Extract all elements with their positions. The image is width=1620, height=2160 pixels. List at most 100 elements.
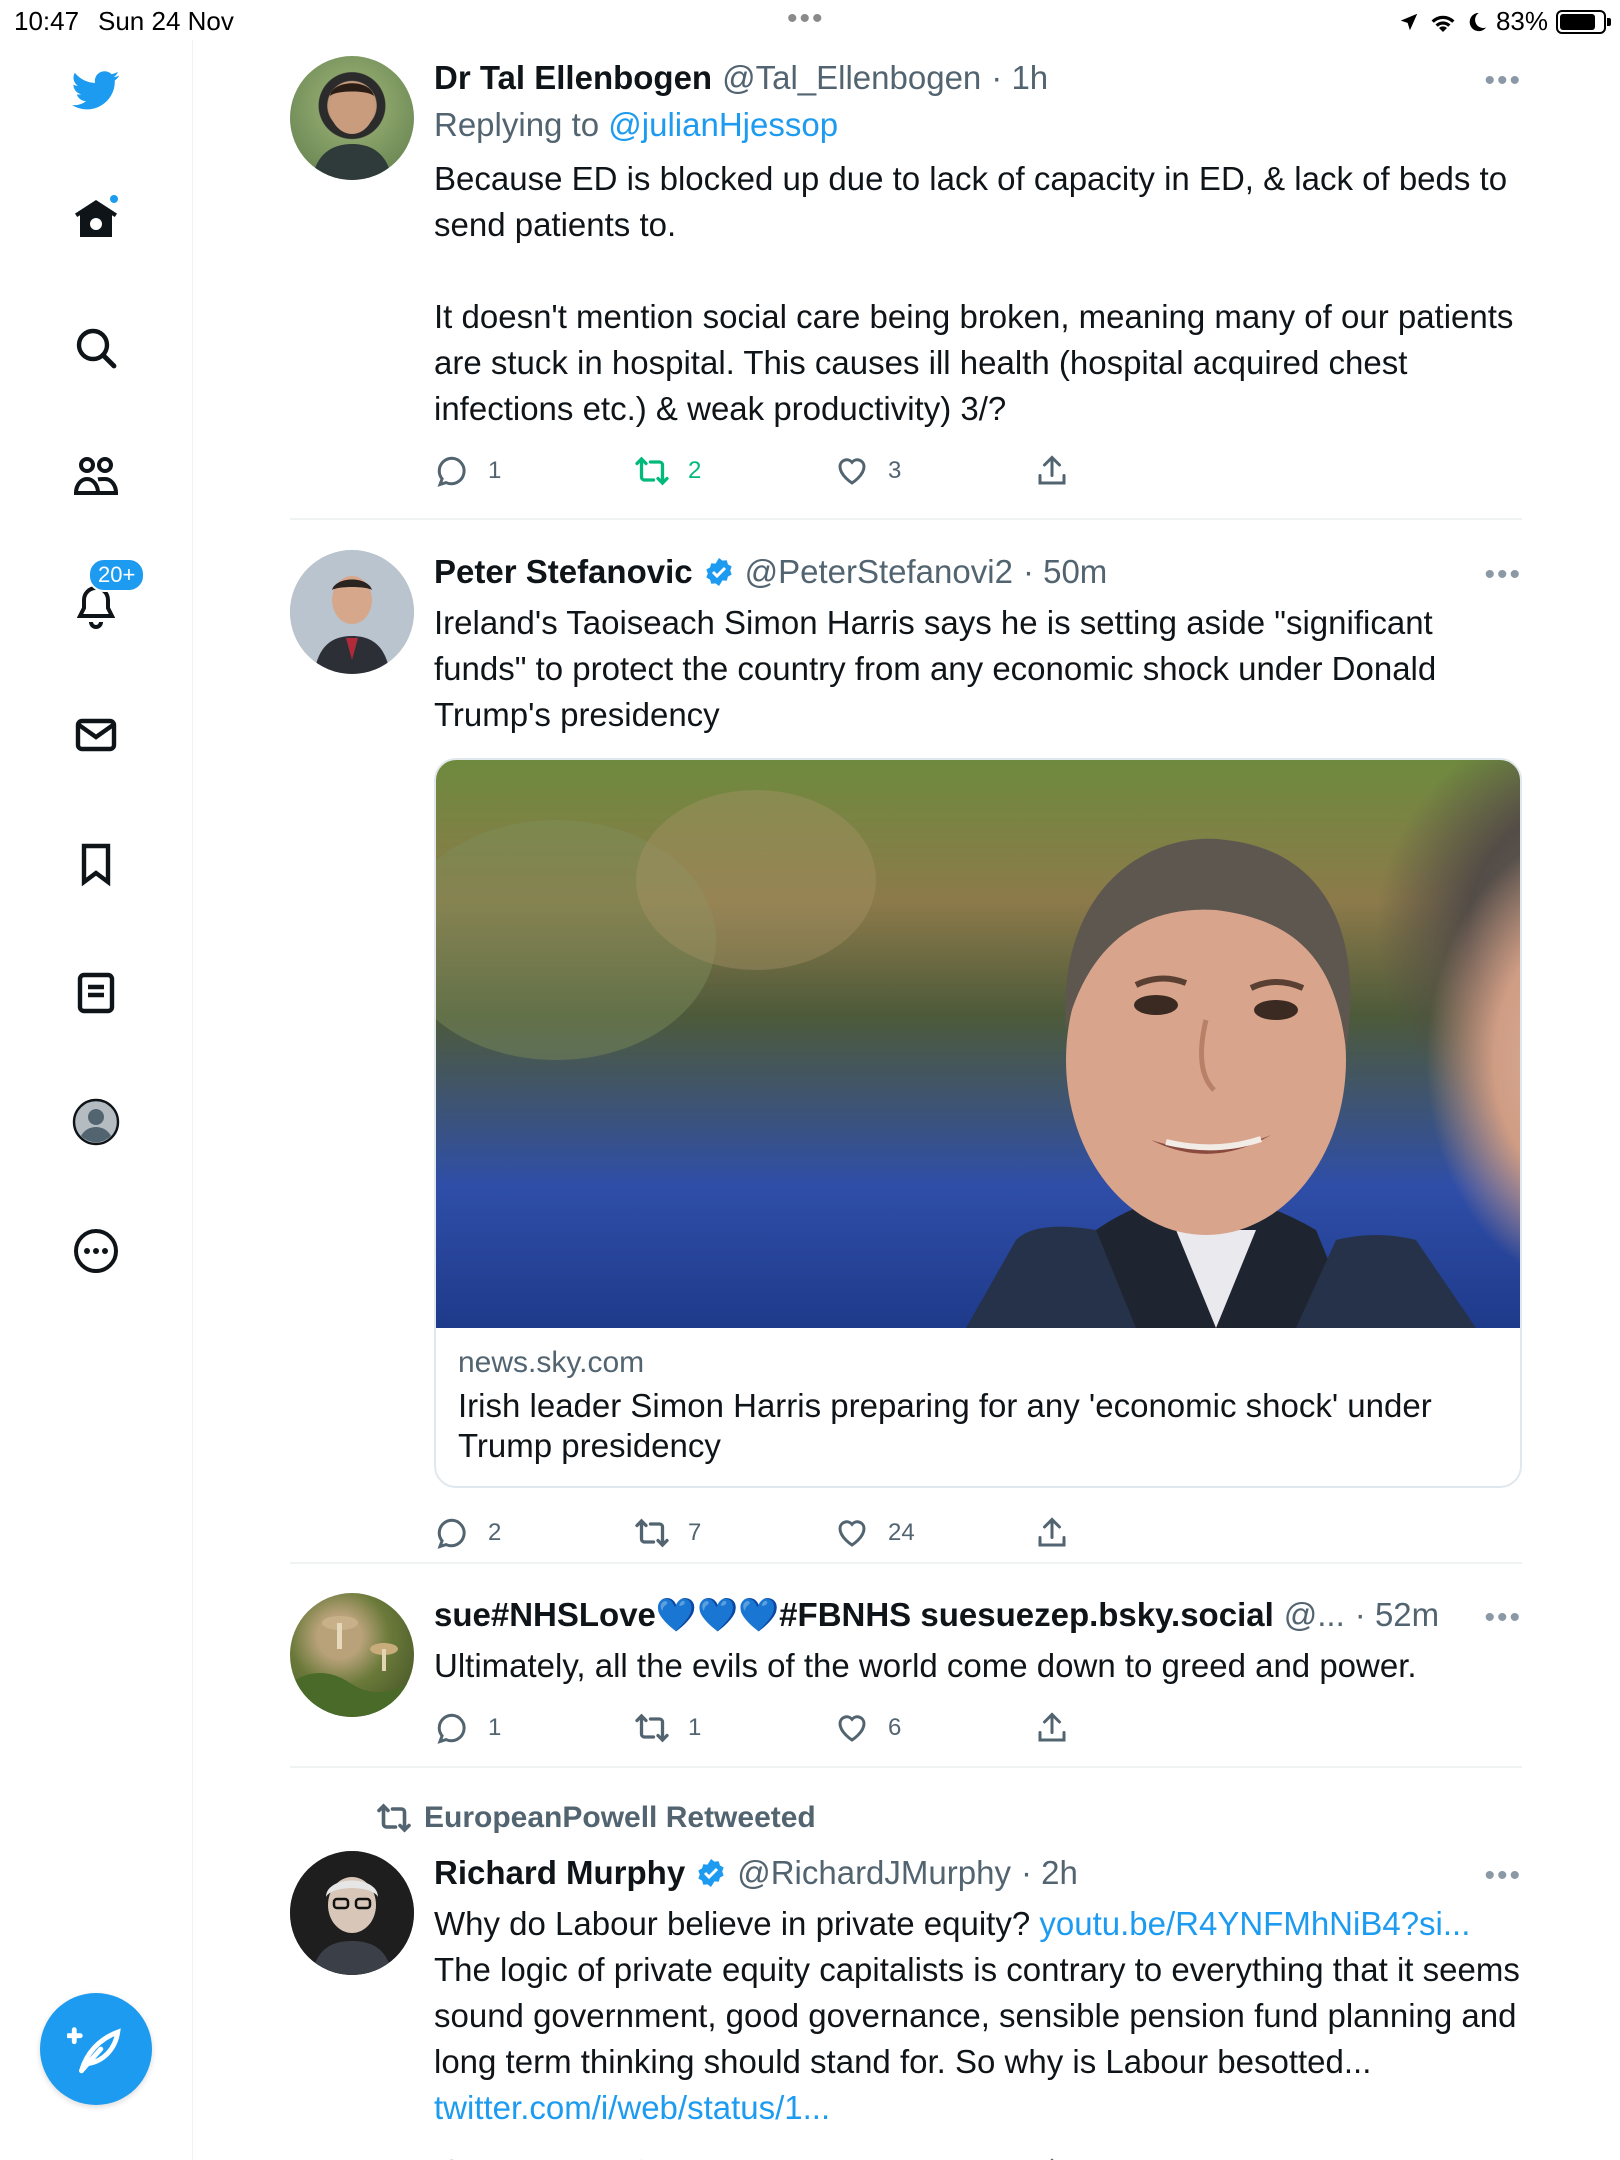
tweet-time[interactable]: · 1h xyxy=(991,59,1048,97)
author-handle[interactable]: @PeterStefanovi2 xyxy=(745,553,1013,591)
share-button[interactable] xyxy=(1034,453,1234,489)
search-icon[interactable] xyxy=(66,318,126,378)
retweet-icon xyxy=(641,2159,642,2160)
communities-icon[interactable] xyxy=(66,447,126,507)
like-button[interactable]: 274 xyxy=(834,2156,1034,2160)
notifications-badge: 20+ xyxy=(88,558,146,592)
link-card-domain: news.sky.com xyxy=(458,1346,645,1379)
share-button[interactable] xyxy=(1034,1710,1234,1746)
moon-icon xyxy=(1469,12,1487,31)
reply-icon xyxy=(437,1518,466,1549)
share-icon xyxy=(1038,1712,1066,1742)
more-options-icon[interactable]: ••• xyxy=(1484,558,1522,592)
twitter-logo-icon[interactable] xyxy=(66,60,126,120)
retweet-count: 7 xyxy=(688,1519,702,1546)
like-button[interactable]: 24 xyxy=(834,1515,1034,1551)
replying-to: Replying to @julianHjessop xyxy=(434,106,1522,144)
link-card-title: Irish leader Simon Harris preparing for … xyxy=(458,1387,1432,1464)
retweet-button[interactable]: 2 xyxy=(634,453,834,489)
more-options-icon[interactable]: ••• xyxy=(1484,1859,1522,1893)
tweet-actions: 1 1 6 xyxy=(434,1703,1522,1753)
tweet-time[interactable]: · 50m xyxy=(1023,553,1107,591)
like-count: 24 xyxy=(888,1519,915,1546)
tweet-text: Ultimately, all the evils of the world c… xyxy=(434,1647,1417,1684)
author-handle[interactable]: @... xyxy=(1284,1596,1345,1634)
heart-icon xyxy=(838,458,866,485)
tweet-actions: 42 177 274 xyxy=(434,2149,1522,2160)
author-handle[interactable]: @RichardJMurphy xyxy=(737,1854,1011,1892)
battery-percent: 83% xyxy=(1495,6,1548,36)
reply-count: 2 xyxy=(488,1519,502,1546)
tweet-text: Ireland's Taoiseach Simon Harris says he… xyxy=(434,604,1445,733)
sidebar: 20+ xyxy=(0,40,193,2160)
tweet[interactable]: Dr Tal Ellenbogen @Tal_Ellenbogen · 1h •… xyxy=(290,56,1522,526)
tweet-text: Why do Labour believe in private equity?… xyxy=(434,1901,1522,2131)
reply-icon xyxy=(437,1713,466,1744)
author-name[interactable]: sue#NHSLove💙💙💙#FBNHS suesuezep.bsky.soci… xyxy=(434,1596,1274,1635)
avatar[interactable] xyxy=(290,1851,414,1975)
author-name[interactable]: Dr Tal Ellenbogen xyxy=(434,59,712,97)
reply-button[interactable]: 1 xyxy=(434,1710,634,1746)
retweet-button[interactable]: 177 xyxy=(634,2156,834,2160)
messages-icon[interactable] xyxy=(66,705,126,765)
link-card-image xyxy=(436,760,1520,1328)
author-name[interactable]: Peter Stefanovic xyxy=(434,553,693,591)
status-right: 83% xyxy=(1398,6,1611,37)
avatar[interactable] xyxy=(290,1593,414,1717)
multitasking-dots[interactable]: ••• xyxy=(787,2,825,36)
verified-badge-icon xyxy=(705,558,732,586)
like-button[interactable]: 3 xyxy=(834,453,1034,489)
replying-to-label: Replying to xyxy=(434,106,600,143)
link-card-meta: news.sky.com Irish leader Simon Harris p… xyxy=(436,1328,1520,1486)
like-button[interactable]: 6 xyxy=(834,1710,1034,1746)
tweet-divider xyxy=(290,518,1522,520)
tweet-time[interactable]: · 2h xyxy=(1021,1854,1078,1892)
link-card[interactable]: news.sky.com Irish leader Simon Harris p… xyxy=(434,758,1522,1488)
retweet-button[interactable]: 7 xyxy=(634,1515,834,1551)
avatar[interactable] xyxy=(290,56,414,180)
retweet-button[interactable]: 1 xyxy=(634,1710,834,1746)
tweet[interactable]: Peter Stefanovic @PeterStefanovi2 · 50m … xyxy=(290,550,1522,1550)
like-count: 6 xyxy=(888,1714,902,1741)
heart-icon xyxy=(838,1520,866,1547)
profile-icon[interactable] xyxy=(66,1092,126,1152)
tweet-header: Peter Stefanovic @PeterStefanovi2 · 50m xyxy=(434,550,1522,594)
replying-to-handle[interactable]: @julianHjessop xyxy=(608,106,838,143)
compose-feather-icon xyxy=(67,2027,121,2074)
like-count: 3 xyxy=(888,457,902,484)
author-name[interactable]: Richard Murphy xyxy=(434,1854,685,1892)
retweet-icon xyxy=(635,456,669,486)
retweet-icon xyxy=(635,1518,669,1548)
more-options-icon[interactable]: ••• xyxy=(1484,1601,1522,1635)
share-button[interactable] xyxy=(1034,1515,1234,1551)
reply-button[interactable]: 42 xyxy=(434,2156,634,2160)
compose-tweet-button[interactable] xyxy=(40,1993,152,2105)
heart-icon xyxy=(834,2156,870,2160)
tweet-text-body: The logic of private equity capitalists … xyxy=(434,1951,1520,2080)
tweet-time[interactable]: · 52m xyxy=(1355,1596,1439,1634)
verified-badge-icon xyxy=(698,1859,724,1887)
author-handle[interactable]: @Tal_Ellenbogen xyxy=(722,59,981,97)
reply-button[interactable]: 2 xyxy=(434,1515,634,1551)
tweet-link-status[interactable]: twitter.com/i/web/status/1... xyxy=(434,2089,830,2126)
tweet[interactable]: EuropeanPowell Retweeted Richard Murphy … xyxy=(290,1797,1522,2160)
tweet-link-youtube[interactable]: youtu.be/R4YNFMhNiB4?si... xyxy=(1039,1905,1470,1942)
tweet[interactable]: sue#NHSLove💙💙💙#FBNHS suesuezep.bsky.soci… xyxy=(290,1593,1522,1773)
home-unread-dot xyxy=(108,193,120,205)
lists-icon[interactable] xyxy=(66,963,126,1023)
reply-icon xyxy=(449,2159,454,2160)
share-button[interactable] xyxy=(1034,2156,1234,2160)
avatar[interactable] xyxy=(290,550,414,674)
reply-button[interactable]: 1 xyxy=(434,453,634,489)
bookmarks-icon[interactable] xyxy=(66,834,126,894)
share-icon xyxy=(1050,2158,1054,2160)
share-icon xyxy=(1038,1517,1066,1547)
tweet-divider xyxy=(290,1562,1522,1564)
retweet-icon xyxy=(377,1803,411,1833)
location-icon xyxy=(1400,13,1418,30)
more-icon[interactable] xyxy=(66,1221,126,1281)
battery-icon xyxy=(1556,9,1611,34)
more-options-icon[interactable]: ••• xyxy=(1484,64,1522,98)
home-icon[interactable] xyxy=(66,189,126,249)
retweeted-by-label[interactable]: EuropeanPowell Retweeted xyxy=(424,1801,816,1835)
